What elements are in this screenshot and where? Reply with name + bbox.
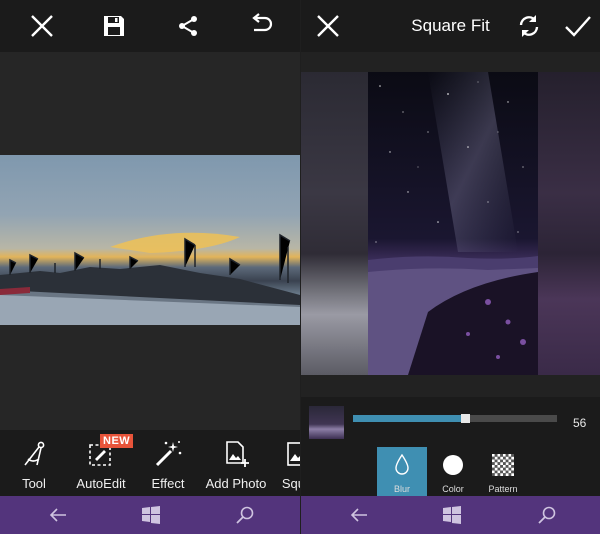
slider-fill <box>353 415 465 422</box>
blur-option[interactable]: Blur <box>377 447 427 498</box>
system-nav-bar <box>0 496 300 534</box>
background-thumbnail[interactable] <box>309 406 344 439</box>
effect-label: Effect <box>151 476 185 491</box>
search-icon[interactable] <box>535 503 559 527</box>
compass-icon <box>19 436 49 472</box>
autoedit-label: AutoEdit <box>76 476 126 491</box>
save-icon[interactable] <box>98 10 130 42</box>
effect-button[interactable]: Effect <box>133 430 203 496</box>
square-fit-screen: Square Fit 56 Blur Color Pattern <box>301 0 600 534</box>
undo-icon[interactable] <box>245 10 277 42</box>
close-icon[interactable] <box>26 10 58 42</box>
pattern-label: Pattern <box>488 484 518 494</box>
checkerboard-icon <box>492 453 514 477</box>
square-fit-top-bar: Square Fit <box>301 0 600 52</box>
page-title: Square Fit <box>411 16 490 35</box>
share-icon[interactable] <box>172 10 204 42</box>
checkmark-icon[interactable] <box>562 10 594 42</box>
windows-start-icon[interactable] <box>139 503 163 527</box>
add-photo-icon <box>221 436 251 472</box>
color-label: Color <box>442 484 464 494</box>
windows-start-icon[interactable] <box>440 503 464 527</box>
blur-label: Blur <box>393 484 410 494</box>
magic-wand-icon <box>153 436 183 472</box>
color-option[interactable]: Color <box>428 447 478 498</box>
tool-label: Tool <box>22 476 46 491</box>
refresh-icon[interactable] <box>513 10 545 42</box>
blur-background-left <box>301 72 368 375</box>
system-nav-bar <box>301 496 600 534</box>
blur-slider[interactable] <box>353 414 557 423</box>
background-controls: 56 Blur Color Pattern <box>301 397 600 498</box>
new-badge: NEW <box>100 434 134 448</box>
search-icon[interactable] <box>233 503 257 527</box>
edited-photo <box>0 155 300 325</box>
add-photo-label: Add Photo <box>205 476 267 491</box>
square-fit-icon <box>282 436 300 472</box>
tool-button[interactable]: Tool <box>0 430 69 496</box>
square-fit-label: Squa <box>281 476 300 491</box>
auto-edit-icon: NEW <box>86 434 134 472</box>
slider-value: 56 <box>573 416 587 430</box>
editor-top-bar <box>0 0 300 52</box>
photo-editor-screen: Tool NEW AutoEdit Effect Add Photo Sq <box>0 0 300 534</box>
blur-background-right <box>538 72 600 375</box>
autoedit-button[interactable]: NEW AutoEdit <box>66 430 136 496</box>
tool-bar: Tool NEW AutoEdit Effect Add Photo Sq <box>0 430 300 496</box>
circle-icon <box>442 453 464 477</box>
slider-handle[interactable] <box>461 414 470 423</box>
background-options: Blur Color Pattern <box>301 447 600 498</box>
back-arrow-icon[interactable] <box>347 503 371 527</box>
drop-icon <box>394 453 410 477</box>
square-fit-canvas <box>301 72 600 375</box>
add-photo-button[interactable]: Add Photo <box>201 430 271 496</box>
back-arrow-icon[interactable] <box>46 503 70 527</box>
square-fit-button[interactable]: Squa <box>262 430 300 496</box>
night-sky-photo <box>368 72 538 375</box>
pattern-option[interactable]: Pattern <box>478 447 528 498</box>
